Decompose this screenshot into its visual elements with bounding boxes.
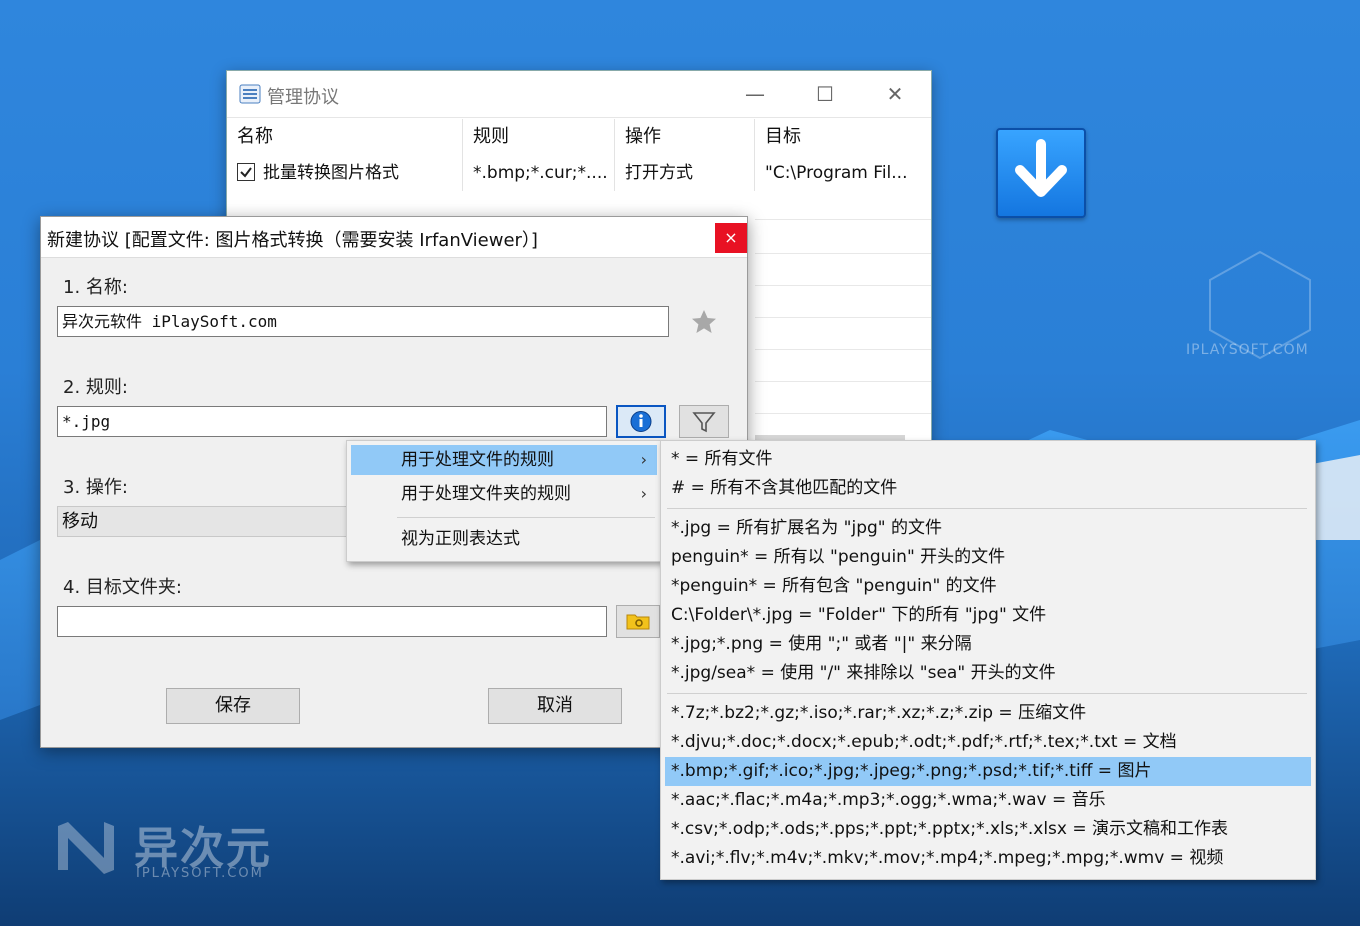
rule-label: 2. 规则: — [63, 377, 128, 398]
submenu-item[interactable]: *.7z;*.bz2;*.gz;*.iso;*.rar;*.xz;*.z;*.z… — [665, 699, 1311, 728]
submenu-item-images-highlighted[interactable]: *.bmp;*.gif;*.ico;*.jpg;*.jpeg;*.png;*.p… — [665, 757, 1311, 786]
rule-input[interactable]: *.jpg — [57, 406, 607, 437]
submenu-item[interactable]: *.djvu;*.doc;*.docx;*.epub;*.odt;*.pdf;*… — [665, 728, 1311, 757]
rule-filter-button[interactable] — [679, 405, 729, 438]
column-header-target[interactable]: 目标 — [755, 119, 931, 155]
row-target-cell: "C:\Program Fil... — [765, 163, 908, 183]
info-icon — [630, 411, 652, 432]
rule-context-menu: 用于处理文件的规则 › 用于处理文件夹的规则 › 视为正则表达式 — [346, 440, 662, 562]
folder-icon — [626, 614, 650, 630]
menu-item-file-rules[interactable]: 用于处理文件的规则 › — [351, 445, 657, 475]
submenu-item[interactable]: *.jpg;*.png = 使用 ";" 或者 "|" 来分隔 — [665, 630, 1311, 659]
browse-folder-button[interactable] — [616, 605, 660, 638]
submenu-item[interactable]: *.avi;*.flv;*.m4v;*.mkv;*.mov;*.mp4;*.mp… — [665, 844, 1311, 873]
menu-item-label: 用于处理文件的规则 — [401, 450, 554, 470]
close-button[interactable]: ✕ — [865, 79, 925, 109]
manage-rules-titlebar: 管理协议 — ☐ ✕ — [227, 71, 931, 118]
down-arrow-icon — [1015, 139, 1067, 197]
row-enabled-checkbox[interactable] — [237, 163, 255, 181]
checkmark-icon — [240, 167, 252, 178]
cancel-button[interactable]: 取消 — [488, 688, 622, 724]
menu-separator — [397, 517, 655, 518]
row-action-cell: 打开方式 — [615, 155, 755, 191]
file-rules-submenu: * = 所有文件 # = 所有不含其他匹配的文件 *.jpg = 所有扩展名为 … — [660, 440, 1316, 880]
menu-item-folder-rules[interactable]: 用于处理文件夹的规则 › — [351, 479, 657, 509]
rules-window-icon — [239, 84, 261, 104]
submenu-item[interactable]: *penguin* = 所有包含 "penguin" 的文件 — [665, 572, 1311, 601]
column-header-rule[interactable]: 规则 — [463, 119, 615, 155]
manage-rules-title: 管理协议 — [267, 87, 339, 108]
target-folder-input[interactable] — [57, 606, 607, 637]
watermark-site-top: IPLAYSOFT.COM — [1186, 342, 1309, 358]
submenu-item[interactable]: * = 所有文件 — [665, 445, 1311, 474]
submenu-item[interactable]: # = 所有不含其他匹配的文件 — [665, 474, 1311, 503]
dialog-titlebar: 新建协议 [配置文件: 图片格式转换（需要安装 IrfanViewer）] × — [41, 217, 747, 258]
minimize-button[interactable]: — — [725, 79, 785, 109]
menu-item-label: 视为正则表达式 — [401, 529, 520, 549]
column-header-name[interactable]: 名称 — [227, 119, 463, 155]
filter-icon — [692, 412, 716, 433]
dialog-title: 新建协议 [配置文件: 图片格式转换（需要安装 IrfanViewer）] — [47, 230, 538, 251]
chevron-right-icon: › — [640, 484, 647, 503]
star-icon[interactable] — [689, 307, 719, 337]
target-folder-label: 4. 目标文件夹: — [63, 577, 182, 598]
name-label: 1. 名称: — [63, 277, 128, 298]
action-select[interactable]: 移动 — [57, 506, 353, 537]
dialog-close-button[interactable]: × — [715, 223, 747, 253]
row-name-cell[interactable]: 批量转换图片格式 — [227, 155, 463, 191]
submenu-item[interactable]: *.csv;*.odp;*.ods;*.pps;*.ppt;*.pptx;*.x… — [665, 815, 1311, 844]
row-name-text: 批量转换图片格式 — [263, 163, 399, 183]
watermark-logo-en: IPLAYSOFT.COM — [136, 866, 264, 881]
submenu-item[interactable]: C:\Folder\*.jpg = "Folder" 下的所有 "jpg" 文件 — [665, 601, 1311, 630]
row-rule-cell: *.bmp;*.cur;*.... — [463, 155, 615, 191]
menu-separator — [667, 508, 1307, 509]
submenu-item[interactable]: penguin* = 所有以 "penguin" 开头的文件 — [665, 543, 1311, 572]
rule-info-button[interactable] — [616, 405, 666, 438]
name-input[interactable]: 异次元软件 iPlaySoft.com — [57, 306, 669, 337]
column-header-action[interactable]: 操作 — [615, 119, 755, 155]
rules-table-header: 名称 规则 操作 目标 — [227, 119, 931, 155]
watermark-logo-icon — [58, 822, 114, 874]
action-label: 3. 操作: — [63, 477, 128, 498]
menu-item-label: 用于处理文件夹的规则 — [401, 484, 571, 504]
maximize-button[interactable]: ☐ — [795, 79, 855, 109]
submenu-item[interactable]: *.aac;*.flac;*.m4a;*.mp3;*.ogg;*.wma;*.w… — [665, 786, 1311, 815]
submenu-item[interactable]: *.jpg = 所有扩展名为 "jpg" 的文件 — [665, 514, 1311, 543]
save-button[interactable]: 保存 — [166, 688, 300, 724]
submenu-item[interactable]: *.jpg/sea* = 使用 "/" 来排除以 "sea" 开头的文件 — [665, 659, 1311, 688]
download-app-icon[interactable] — [996, 128, 1086, 218]
chevron-right-icon: › — [640, 450, 647, 469]
table-row[interactable]: 批量转换图片格式 *.bmp;*.cur;*.... 打开方式 "C:\Prog… — [227, 155, 931, 191]
menu-item-regex[interactable]: 视为正则表达式 — [351, 524, 657, 554]
menu-separator — [667, 693, 1307, 694]
